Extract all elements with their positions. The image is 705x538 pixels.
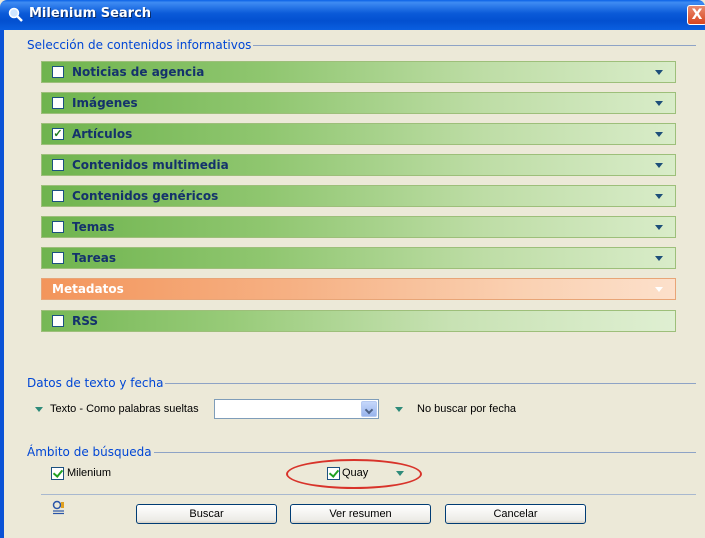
search-text-combobox[interactable] (214, 399, 379, 419)
footer-separator (41, 494, 696, 495)
chevron-down-icon[interactable] (655, 70, 663, 75)
category-checkbox[interactable] (52, 315, 64, 327)
milenium-label: Milenium (67, 467, 112, 479)
quay-label: Quay (342, 467, 369, 479)
chevron-down-icon[interactable] (655, 101, 663, 106)
search-button[interactable]: Buscar (136, 504, 277, 524)
text-mode-label[interactable]: Texto - Como palabras sueltas (50, 403, 199, 415)
combo-dropdown-button[interactable] (361, 401, 377, 417)
category-label: Imágenes (72, 96, 138, 110)
title-bar: Milenium Search X (0, 0, 705, 30)
search-magnifier-icon (8, 7, 23, 22)
category-articulos[interactable]: ✓ Artículos (41, 123, 676, 145)
chevron-down-icon[interactable] (655, 287, 663, 292)
quay-dropdown-icon[interactable] (396, 471, 404, 476)
cancel-button[interactable]: Cancelar (445, 504, 586, 524)
view-summary-button[interactable]: Ver resumen (290, 504, 431, 524)
quay-checkbox[interactable] (327, 467, 340, 480)
category-contenidos-multimedia[interactable]: Contenidos multimedia (41, 154, 676, 176)
category-label: Temas (72, 220, 115, 234)
category-label: RSS (72, 314, 98, 328)
text-mode-dropdown-icon[interactable] (35, 407, 43, 412)
category-rss[interactable]: RSS (41, 310, 676, 332)
category-label: Tareas (72, 251, 117, 265)
category-checkbox[interactable] (52, 221, 64, 233)
chevron-down-icon[interactable] (655, 225, 663, 230)
text-date-group-title: Datos de texto y fecha (27, 376, 166, 390)
category-checkbox[interactable] (52, 97, 64, 109)
category-temas[interactable]: Temas (41, 216, 676, 238)
window-frame-left (0, 30, 4, 538)
category-checkbox[interactable] (52, 252, 64, 264)
category-label: Contenidos genéricos (72, 189, 219, 203)
date-dropdown-icon[interactable] (395, 407, 403, 412)
category-label: Metadatos (52, 282, 124, 296)
category-checkbox[interactable] (52, 66, 64, 78)
category-label: Noticias de agencia (72, 65, 205, 79)
chevron-down-icon[interactable] (655, 132, 663, 137)
category-metadatos[interactable]: Metadatos (41, 278, 676, 300)
search-settings-icon[interactable] (52, 500, 66, 516)
category-checkbox-checked[interactable]: ✓ (52, 128, 64, 140)
chevron-down-icon[interactable] (655, 163, 663, 168)
category-tareas[interactable]: Tareas (41, 247, 676, 269)
category-checkbox[interactable] (52, 159, 64, 171)
window-title: Milenium Search (29, 6, 152, 21)
chevron-down-icon[interactable] (655, 194, 663, 199)
category-checkbox[interactable] (52, 190, 64, 202)
close-button[interactable]: X (687, 5, 705, 25)
category-noticias-agencia[interactable]: Noticias de agencia (41, 61, 676, 83)
category-label: Artículos (72, 127, 133, 141)
scope-group-title: Ámbito de búsqueda (27, 445, 154, 459)
milenium-checkbox[interactable] (51, 467, 64, 480)
category-label: Contenidos multimedia (72, 158, 229, 172)
date-filter-label[interactable]: No buscar por fecha (417, 403, 516, 415)
chevron-down-icon[interactable] (655, 256, 663, 261)
category-contenidos-genericos[interactable]: Contenidos genéricos (41, 185, 676, 207)
contents-group-title: Selección de contenidos informativos (27, 38, 254, 52)
category-imagenes[interactable]: Imágenes (41, 92, 676, 114)
